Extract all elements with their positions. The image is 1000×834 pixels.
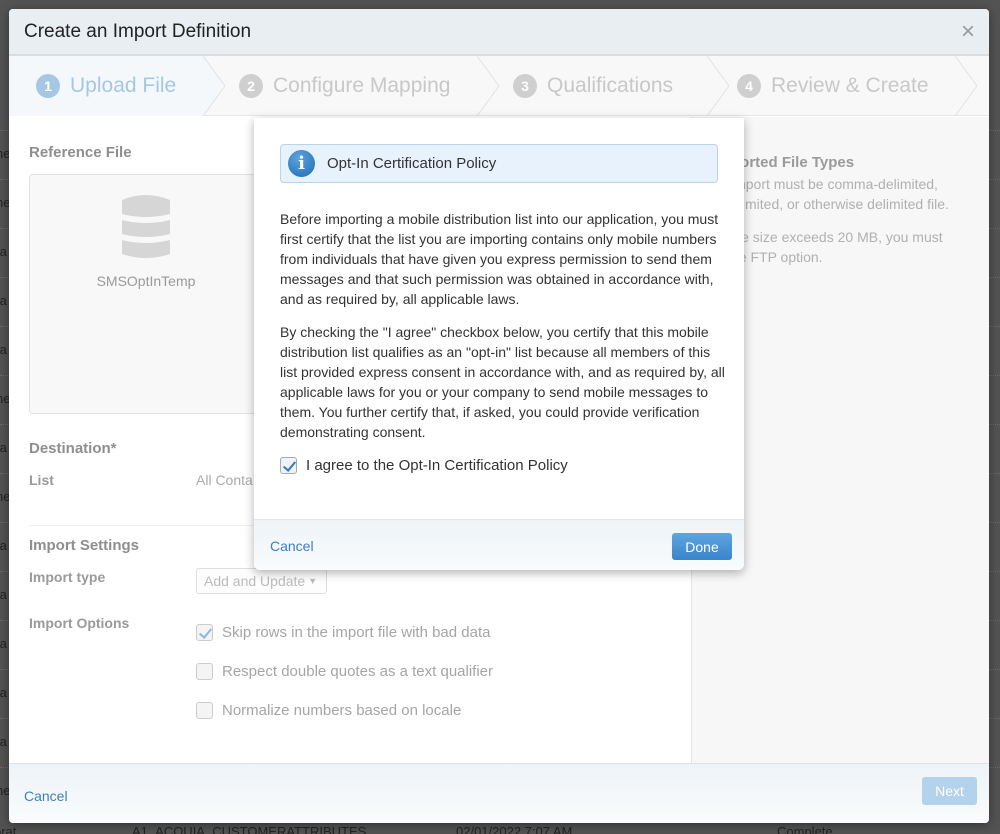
- modal-title: Create an Import Definition: [24, 21, 252, 42]
- policy-banner: i Opt-In Certification Policy: [280, 144, 718, 183]
- background-cell-fragment: ta: [0, 293, 7, 308]
- close-icon[interactable]: ×: [961, 20, 975, 44]
- list-value[interactable]: All Conta: [196, 472, 253, 488]
- option-respect-double-quotes[interactable]: Respect double quotes as a text qualifie…: [196, 663, 493, 680]
- background-cell: 02/01/2022 7:07 AM: [456, 824, 573, 834]
- modal-footer: Cancel Next: [9, 763, 989, 823]
- step-separator-icon: [707, 56, 730, 116]
- next-button[interactable]: Next: [922, 777, 977, 805]
- background-cell-fragment: ta: [0, 734, 7, 749]
- step-label: Qualifications: [547, 74, 674, 97]
- dialog-footer: Cancel Done: [254, 519, 744, 570]
- background-cell-fragment: ta: [0, 538, 7, 553]
- destination-heading: Destination*: [29, 440, 117, 457]
- background-cell-fragment: ta: [0, 342, 7, 357]
- background-cell-fragment: ta: [0, 244, 7, 259]
- text-line: import must be comma-delimited,: [731, 176, 938, 192]
- cancel-link[interactable]: Cancel: [24, 788, 68, 804]
- opt-in-certification-dialog: i Opt-In Certification Policy Before imp…: [254, 118, 744, 570]
- import-type-label: Import type: [29, 569, 106, 585]
- option-normalize-numbers[interactable]: Normalize numbers based on locale: [196, 702, 461, 719]
- checkbox[interactable]: [196, 624, 213, 641]
- agree-label: I agree to the Opt-In Certification Poli…: [306, 457, 568, 474]
- step-number-badge: 2: [239, 74, 263, 98]
- step-upload-file[interactable]: 1 Upload File: [9, 56, 205, 116]
- import-type-select[interactable]: Add and Update ▼: [196, 568, 327, 594]
- wizard-steps: 1 Upload File 2 Configure Mapping 3 Qual…: [9, 56, 989, 116]
- modal-header: Create an Import Definition ×: [9, 9, 989, 56]
- done-button[interactable]: Done: [672, 533, 732, 560]
- list-label: List: [29, 472, 54, 488]
- step-separator-icon: [477, 56, 500, 116]
- info-icon: i: [288, 150, 315, 177]
- import-settings-heading: Import Settings: [29, 537, 140, 554]
- text-line: elimited, or otherwise delimited file.: [731, 196, 949, 212]
- step-separator-icon: [955, 56, 978, 116]
- database-icon: [122, 195, 170, 258]
- text-line: he FTP option.: [731, 249, 823, 265]
- supported-file-types-heading: ported File Types: [731, 154, 855, 171]
- chevron-down-icon: ▼: [308, 576, 318, 586]
- option-skip-bad-rows[interactable]: Skip rows in the import file with bad da…: [196, 624, 490, 641]
- policy-banner-title: Opt-In Certification Policy: [327, 155, 497, 172]
- checkbox[interactable]: [196, 702, 213, 719]
- background-cell: A1_ACQUIA_CUSTOMERATTRIBUTES: [132, 824, 367, 834]
- background-table-row: orat A1_ACQUIA_CUSTOMERATTRIBUTES 02/01/…: [0, 824, 1000, 834]
- option-label: Respect double quotes as a text qualifie…: [222, 663, 494, 680]
- step-label: Upload File: [70, 74, 177, 97]
- step-qualifications[interactable]: 3 Qualifications: [513, 56, 713, 116]
- background-cell-fragment: ta: [0, 685, 7, 700]
- reference-file-heading: Reference File: [29, 144, 132, 161]
- step-label: Configure Mapping: [273, 74, 451, 97]
- step-separator-icon: [203, 56, 226, 116]
- policy-paragraph-2: By checking the "I agree" checkbox below…: [280, 324, 725, 440]
- dialog-cancel-link[interactable]: Cancel: [270, 538, 314, 554]
- background-cell: Complete: [777, 824, 833, 834]
- file-size-text: file size exceeds 20 MB, you must he FTP…: [731, 227, 981, 267]
- option-label: Normalize numbers based on locale: [222, 702, 462, 719]
- step-configure-mapping[interactable]: 2 Configure Mapping: [239, 56, 479, 116]
- import-type-value: Add and Update: [204, 573, 306, 589]
- agree-checkbox[interactable]: [280, 457, 297, 474]
- step-number-badge: 3: [513, 74, 537, 98]
- option-label: Skip rows in the import file with bad da…: [222, 624, 491, 641]
- background-cell: orat: [0, 824, 17, 834]
- reference-file-name: SMSOptInTemp: [96, 273, 196, 289]
- text-line: file size exceeds 20 MB, you must: [731, 229, 943, 245]
- background-cell-fragment: ta: [0, 636, 7, 651]
- step-number-badge: 4: [737, 74, 761, 98]
- background-cell-fragment: ta: [0, 440, 7, 455]
- background-cell-fragment: ta: [0, 587, 7, 602]
- step-review-create[interactable]: 4 Review & Create: [737, 56, 957, 116]
- checkbox[interactable]: [196, 663, 213, 680]
- step-number-badge: 1: [36, 74, 60, 98]
- import-options-label: Import Options: [29, 615, 130, 631]
- reference-file-dropzone[interactable]: SMSOptInTemp: [29, 174, 289, 414]
- supported-types-text: import must be comma-delimited, elimited…: [731, 174, 981, 214]
- step-label: Review & Create: [771, 74, 929, 97]
- policy-paragraph-1: Before importing a mobile distribution l…: [280, 211, 719, 307]
- agree-checkbox-row[interactable]: I agree to the Opt-In Certification Poli…: [280, 457, 568, 474]
